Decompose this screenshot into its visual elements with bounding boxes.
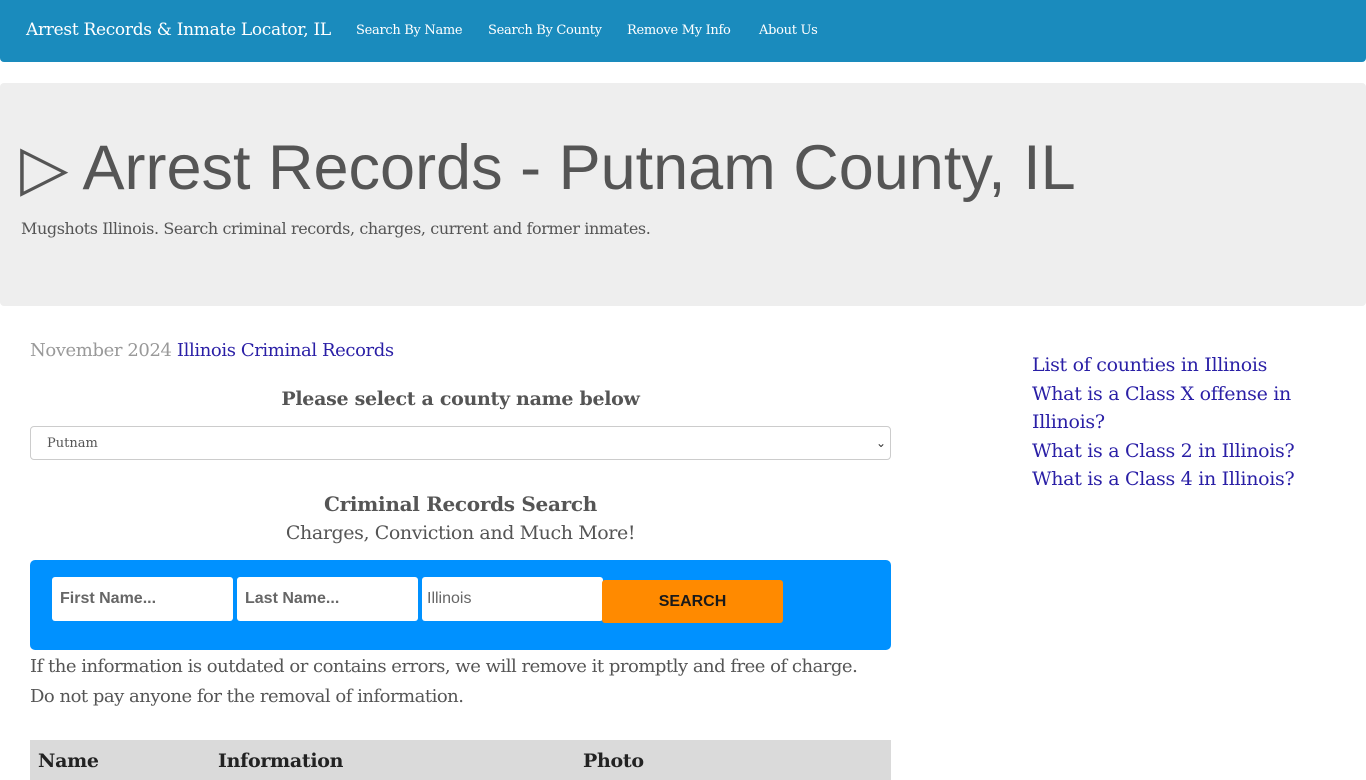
notice-line: If the information is outdated or contai… (30, 656, 858, 677)
nav-search-by-county[interactable]: Search By County (488, 23, 602, 38)
removal-notice: If the information is outdated or contai… (30, 652, 910, 712)
column-header-information: Information (218, 750, 344, 772)
search-button[interactable]: SEARCH (602, 580, 783, 623)
last-name-input[interactable]: Last Name... (237, 577, 418, 621)
sidebar-link-class-4[interactable]: What is a Class 4 in Illinois? (1032, 465, 1302, 494)
nav-about-us[interactable]: About Us (759, 23, 818, 38)
nav-remove-my-info[interactable]: Remove My Info (627, 23, 731, 38)
search-section-title: Criminal Records Search (324, 492, 597, 516)
top-navbar: Arrest Records & Inmate Locator, IL Sear… (0, 0, 1366, 62)
sidebar-links: List of counties in Illinois What is a C… (1032, 351, 1302, 494)
search-section-subtitle: Charges, Conviction and Much More! (285, 522, 636, 544)
date-line: November 2024 Illinois Criminal Records (30, 340, 394, 361)
county-select[interactable]: Putnam ⌄ (30, 426, 891, 460)
county-select-value: Putnam (47, 435, 98, 451)
sidebar-link-class-2[interactable]: What is a Class 2 in Illinois? (1032, 437, 1302, 466)
date-text: November 2024 (30, 340, 172, 361)
first-name-input[interactable]: First Name... (52, 577, 233, 621)
results-table-header: Name Information Photo (30, 740, 891, 780)
chevron-down-icon: ⌄ (875, 436, 886, 450)
sidebar-link-class-x[interactable]: What is a Class X offense in Illinois? (1032, 380, 1302, 437)
notice-line: Do not pay anyone for the removal of inf… (30, 686, 464, 707)
column-header-name: Name (38, 750, 99, 772)
page-subtitle: Mugshots Illinois. Search criminal recor… (21, 219, 651, 238)
nav-search-by-name[interactable]: Search By Name (356, 23, 463, 38)
page-title-text: Arrest Records - Putnam County, IL (82, 133, 1076, 203)
state-input[interactable]: Illinois (422, 577, 603, 621)
sidebar-link-counties[interactable]: List of counties in Illinois (1032, 351, 1302, 380)
select-county-heading: Please select a county name below (281, 388, 640, 410)
brand-link[interactable]: Arrest Records & Inmate Locator, IL (26, 20, 331, 40)
page-title: ▷ Arrest Records - Putnam County, IL (20, 130, 1076, 206)
column-header-photo: Photo (583, 750, 644, 772)
illinois-criminal-records-link[interactable]: Illinois Criminal Records (177, 340, 394, 361)
search-form: First Name... Last Name... Illinois SEAR… (30, 560, 891, 650)
triangle-right-icon: ▷ (20, 133, 69, 203)
